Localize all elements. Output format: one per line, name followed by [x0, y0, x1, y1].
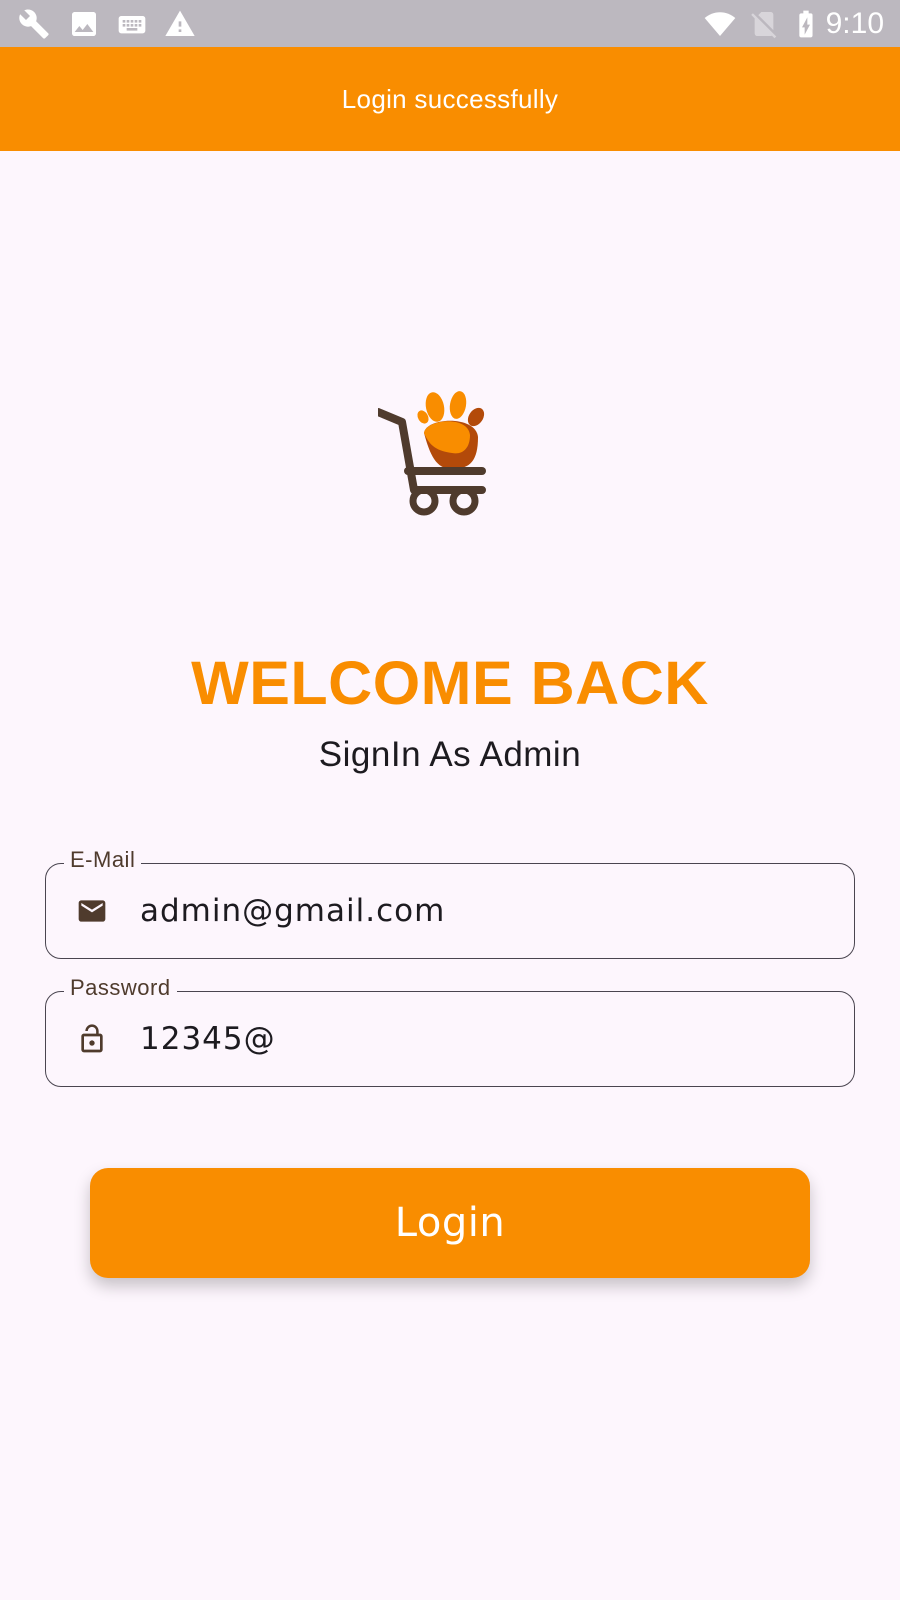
keyboard-icon: [118, 16, 146, 34]
wrench-icon: [19, 9, 49, 39]
password-field[interactable]: Password: [45, 975, 855, 1087]
page-subtitle: SignIn As Admin: [318, 735, 582, 774]
email-field[interactable]: E-Mail: [45, 847, 855, 959]
battery-charging-icon: [799, 10, 813, 38]
image-icon: [72, 12, 96, 36]
no-sim-icon: [751, 12, 777, 39]
status-bar: 9:10: [0, 0, 900, 47]
mail-icon: [78, 900, 106, 922]
password-input[interactable]: [140, 1014, 820, 1064]
login-button[interactable]: Login: [90, 1168, 810, 1278]
email-input[interactable]: [140, 886, 820, 936]
lock-open-icon: [81, 1024, 103, 1053]
status-time: 9:10: [825, 7, 884, 40]
snackbar-message: Login successfully: [341, 83, 559, 114]
app-logo: [378, 391, 486, 516]
email-label: E-Mail: [64, 847, 142, 873]
snackbar: Login successfully: [0, 47, 900, 151]
wifi-icon: [704, 12, 736, 36]
page-title: WELCOME BACK: [191, 649, 709, 717]
password-label: Password: [64, 975, 177, 1001]
warning-icon: [165, 10, 195, 36]
